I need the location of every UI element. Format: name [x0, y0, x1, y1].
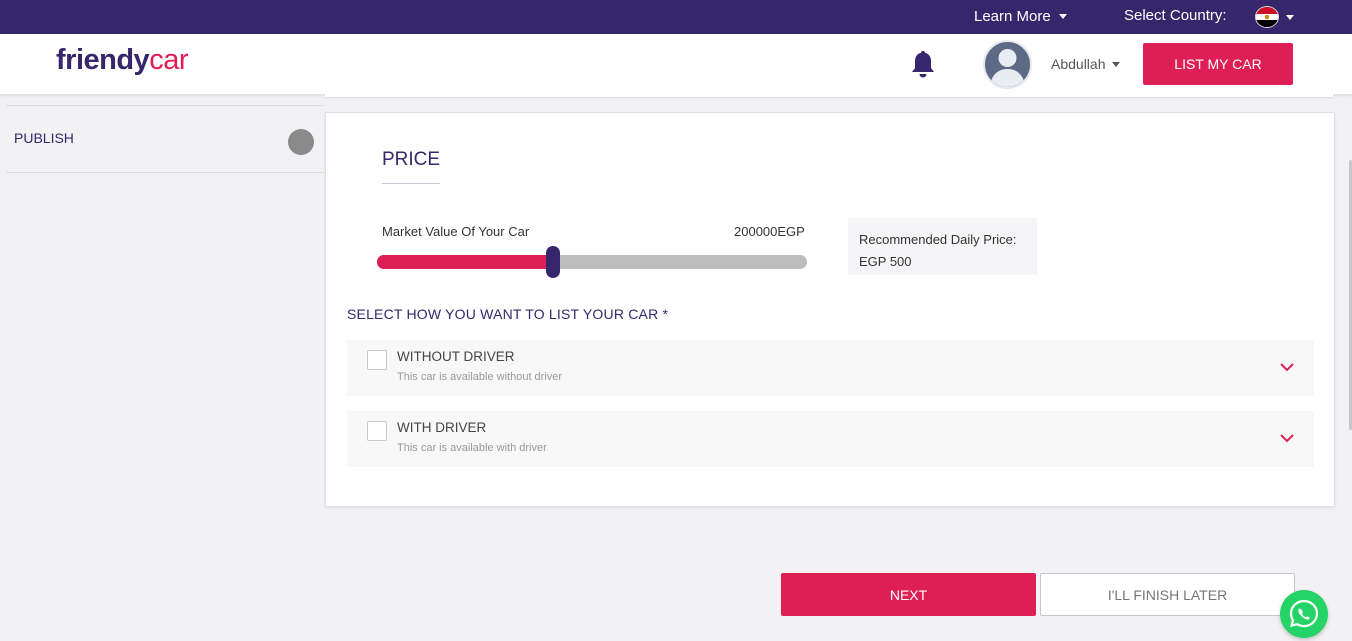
caret-down-icon [1058, 14, 1067, 19]
option-with-driver[interactable]: WITH DRIVER This car is available with d… [347, 411, 1314, 467]
friendycar-logo[interactable]: friendycar [56, 44, 188, 77]
logo-text-friendy: friendy [56, 44, 150, 76]
select-country-label: Select Country: [1124, 7, 1227, 24]
list-my-car-button[interactable]: LIST MY CAR [1143, 43, 1293, 85]
without-driver-checkbox[interactable] [367, 350, 387, 370]
bell-icon[interactable] [909, 49, 937, 79]
egypt-flag-icon[interactable] [1255, 6, 1279, 28]
option-title: WITH DRIVER [397, 420, 487, 435]
slider-handle[interactable] [546, 246, 560, 278]
slider-fill [377, 255, 553, 269]
recommended-price-label: Recommended Daily Price: [859, 232, 1017, 247]
market-value-slider[interactable] [377, 246, 807, 278]
chevron-down-icon[interactable] [1280, 431, 1294, 445]
market-value-label: Market Value Of Your Car [382, 224, 530, 239]
caret-down-icon[interactable] [1286, 15, 1294, 20]
option-subtitle: This car is available with driver [397, 442, 547, 454]
chevron-down-icon[interactable] [1280, 360, 1294, 374]
option-title: WITHOUT DRIVER [397, 349, 515, 364]
logo-text-car: car [149, 44, 188, 76]
section-title: PRICE [382, 149, 441, 184]
user-avatar[interactable] [983, 40, 1032, 89]
previous-card-edge [325, 94, 1333, 97]
caret-down-icon [1111, 61, 1120, 67]
sidebar-step-publish[interactable]: PUBLISH [14, 130, 74, 146]
market-value: 200000EGP [734, 224, 805, 239]
sidebar-divider [6, 105, 324, 106]
learn-more-menu[interactable]: Learn More [974, 8, 1067, 25]
username-label: Abdullah [1051, 56, 1106, 72]
learn-more-label: Learn More [974, 8, 1051, 25]
next-button[interactable]: NEXT [781, 573, 1036, 616]
main-header: friendycar Abdullah LIST MY CAR [0, 34, 1352, 94]
option-subtitle: This car is available without driver [397, 371, 563, 383]
price-card: PRICE Market Value Of Your Car 200000EGP… [325, 112, 1335, 507]
listing-type-title: SELECT HOW YOU WANT TO LIST YOUR CAR * [347, 306, 669, 322]
whatsapp-icon[interactable] [1280, 590, 1328, 638]
user-menu[interactable]: Abdullah [1051, 56, 1120, 72]
recommended-price-value: EGP 500 [859, 254, 912, 269]
sidebar-divider [6, 172, 324, 173]
option-without-driver[interactable]: WITHOUT DRIVER This car is available wit… [347, 340, 1314, 396]
step-status-dot [288, 129, 314, 155]
recommended-price-box: Recommended Daily Price: EGP 500 [848, 218, 1037, 275]
finish-later-button[interactable]: I'LL FINISH LATER [1040, 573, 1295, 616]
top-bar: Learn More Select Country: [0, 0, 1352, 34]
with-driver-checkbox[interactable] [367, 421, 387, 441]
